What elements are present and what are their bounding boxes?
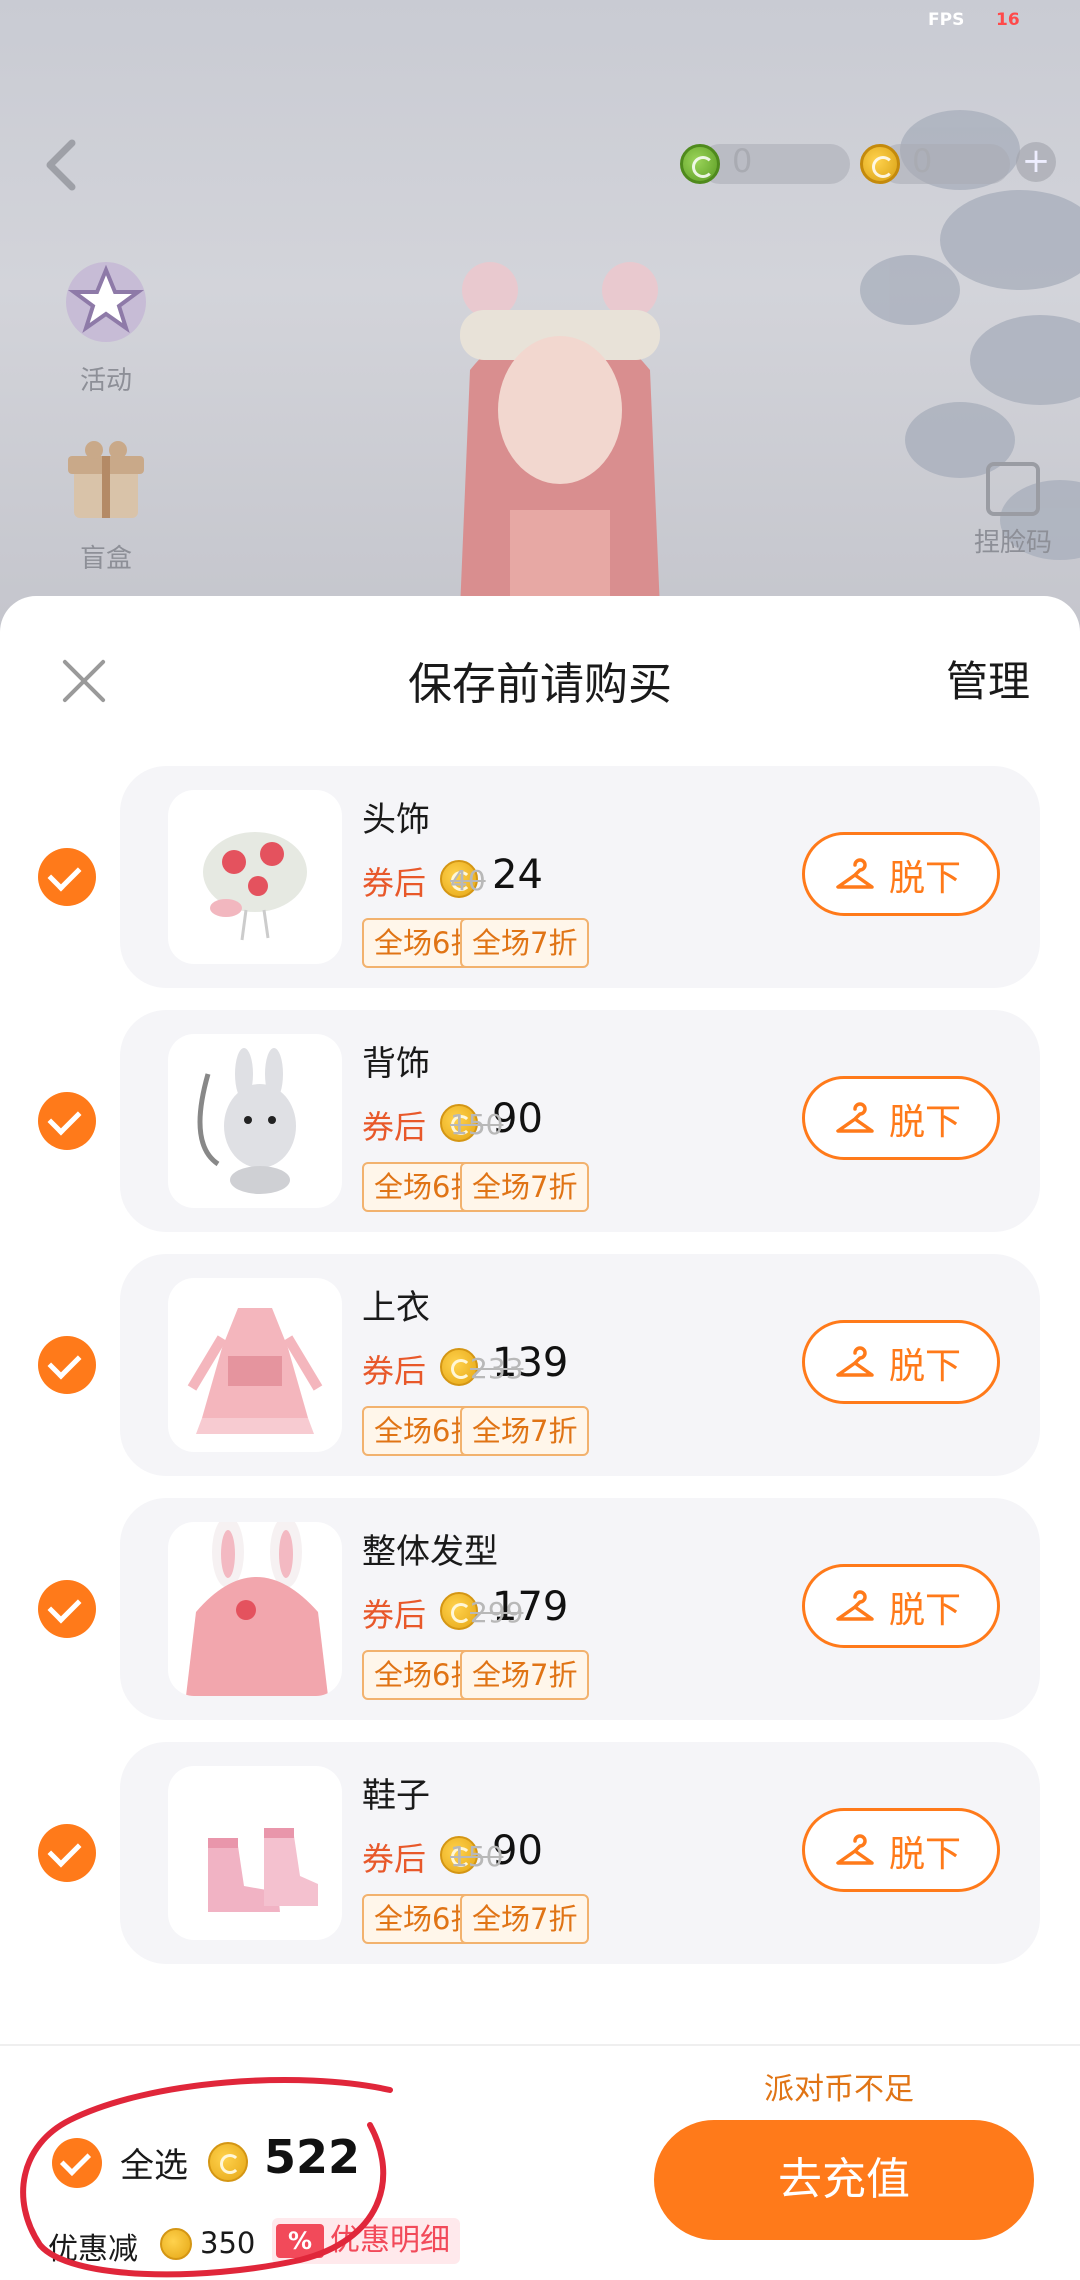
discount-tag: 全场7折 <box>460 1406 590 1456</box>
gold-coin-icon <box>160 2228 192 2260</box>
hanger-icon <box>836 858 874 889</box>
coupon-label: 券后 <box>362 1840 427 1878</box>
item-thumbnail <box>168 790 342 964</box>
gold-coin-icon <box>860 144 900 184</box>
coupon-label: 券后 <box>362 864 427 902</box>
item-price: 24 <box>492 852 543 898</box>
take-off-label: 脱下 <box>889 1834 962 1875</box>
green-currency-pill <box>700 144 850 184</box>
take-off-button[interactable]: 脱下 <box>802 832 1000 916</box>
cart-item: 鞋子 券后 90 150 全场6折 全场7折 脱下 <box>0 1742 1080 1964</box>
hanger-icon <box>836 1102 874 1133</box>
face-code-label: 捏脸码 <box>973 528 1052 558</box>
item-card: 整体发型 券后 179 299 全场6折 全场7折 脱下 <box>120 1498 1040 1720</box>
hanger-icon <box>836 1834 874 1865</box>
discount-detail-label: 优惠明细 <box>330 2223 450 2258</box>
face-code-button[interactable]: 捏脸码 <box>958 462 1068 559</box>
take-off-label: 脱下 <box>889 1346 962 1387</box>
hanger-icon <box>836 1590 874 1621</box>
item-original-price: 233 <box>470 1352 524 1385</box>
item-original-price: 150 <box>450 1108 504 1141</box>
item-name: 整体发型 <box>362 1532 498 1572</box>
coupon-label: 券后 <box>362 1352 427 1390</box>
discount-value: 350 <box>200 2226 256 2260</box>
take-off-label: 脱下 <box>889 858 962 899</box>
item-thumbnail <box>168 1522 342 1696</box>
manage-button[interactable]: 管理 <box>946 648 1030 709</box>
item-thumbnail <box>168 1034 342 1208</box>
item-thumbnail <box>168 1766 342 1940</box>
item-checkbox[interactable] <box>38 1580 96 1638</box>
side-item-activity[interactable]: 活动 <box>46 252 166 397</box>
cart-item: 上衣 券后 139 233 全场6折 全场7折 脱下 <box>0 1254 1080 1476</box>
face-code-icon <box>986 462 1040 516</box>
item-card: 背饰 券后 90 150 全场6折 全场7折 脱下 <box>120 1010 1040 1232</box>
coupon-label: 券后 <box>362 1596 427 1634</box>
select-all-label[interactable]: 全选 <box>120 2138 188 2187</box>
discount-tag: 全场7折 <box>460 918 590 968</box>
discount-percent-icon: % <box>276 2224 324 2258</box>
insufficient-coins-notice: 派对币不足 <box>764 2072 914 2107</box>
item-name: 背饰 <box>362 1044 430 1084</box>
item-name: 头饰 <box>362 800 430 840</box>
green-coin-icon <box>680 144 720 184</box>
hanger-icon <box>836 1346 874 1377</box>
game-scene-background: FPS 16 0 0 + 活动 盲盒 捏脸码 <box>0 0 1080 640</box>
item-original-price: 299 <box>470 1596 524 1629</box>
item-thumbnail <box>168 1278 342 1452</box>
cart-item: 整体发型 券后 179 299 全场6折 全场7折 脱下 <box>0 1498 1080 1720</box>
gold-currency-value: 0 <box>912 142 933 180</box>
item-image <box>187 1308 323 1434</box>
recharge-button[interactable]: 去充值 <box>654 2120 1034 2240</box>
gold-coin-icon <box>208 2142 248 2182</box>
cart-item: 背饰 券后 90 150 全场6折 全场7折 脱下 <box>0 1010 1080 1232</box>
fps-label: FPS <box>928 10 965 30</box>
item-checkbox[interactable] <box>38 1824 96 1882</box>
discount-tag: 全场7折 <box>460 1894 590 1944</box>
item-original-price: 150 <box>450 1840 504 1873</box>
star-badge-icon <box>66 262 146 342</box>
item-checkbox[interactable] <box>38 1336 96 1394</box>
item-image <box>197 1048 296 1194</box>
side-item-label: 盲盒 <box>79 544 132 574</box>
purchase-sheet: 保存前请购买 管理 头饰 券后 24 40 全场6折 全场7折 脱下 背饰 券后 90 150 全场6… <box>0 596 1080 2280</box>
discount-detail-button[interactable]: % 优惠明细 <box>272 2218 460 2264</box>
side-item-blind-box[interactable]: 盲盒 <box>46 430 166 575</box>
item-original-price: 40 <box>450 864 486 897</box>
checkout-bar: 派对币不足 全选 522 优惠减 350 % 优惠明细 去充值 <box>0 2044 1080 2280</box>
coupon-label: 券后 <box>362 1108 427 1146</box>
take-off-button[interactable]: 脱下 <box>802 1564 1000 1648</box>
item-image <box>208 1828 318 1912</box>
item-name: 上衣 <box>362 1288 430 1328</box>
fps-value: 16 <box>996 10 1020 30</box>
item-checkbox[interactable] <box>38 1092 96 1150</box>
cart-item: 头饰 券后 24 40 全场6折 全场7折 脱下 <box>0 766 1080 988</box>
item-name: 鞋子 <box>362 1776 430 1816</box>
gift-box-icon <box>68 441 144 518</box>
discount-tag: 全场7折 <box>460 1650 590 1700</box>
take-off-button[interactable]: 脱下 <box>802 1076 1000 1160</box>
back-arrow-icon[interactable] <box>36 135 84 195</box>
discount-label: 优惠减 <box>48 2232 138 2267</box>
item-card: 鞋子 券后 90 150 全场6折 全场7折 脱下 <box>120 1742 1040 1964</box>
take-off-label: 脱下 <box>889 1590 962 1631</box>
sheet-title: 保存前请购买 <box>408 659 672 710</box>
item-image <box>203 832 307 941</box>
item-image <box>186 1522 328 1696</box>
take-off-label: 脱下 <box>889 1102 962 1143</box>
sheet-header: 保存前请购买 管理 <box>0 596 1080 766</box>
item-checkbox[interactable] <box>38 848 96 906</box>
side-item-label: 活动 <box>79 366 132 396</box>
discount-tag: 全场7折 <box>460 1162 590 1212</box>
avatar-character <box>460 262 660 640</box>
item-card: 上衣 券后 139 233 全场6折 全场7折 脱下 <box>120 1254 1040 1476</box>
add-currency-button[interactable]: + <box>1016 142 1056 182</box>
total-price: 522 <box>264 2130 361 2184</box>
select-all-checkbox[interactable] <box>52 2138 102 2188</box>
take-off-button[interactable]: 脱下 <box>802 1808 1000 1892</box>
green-currency-value: 0 <box>732 142 753 180</box>
take-off-button[interactable]: 脱下 <box>802 1320 1000 1404</box>
item-card: 头饰 券后 24 40 全场6折 全场7折 脱下 <box>120 766 1040 988</box>
